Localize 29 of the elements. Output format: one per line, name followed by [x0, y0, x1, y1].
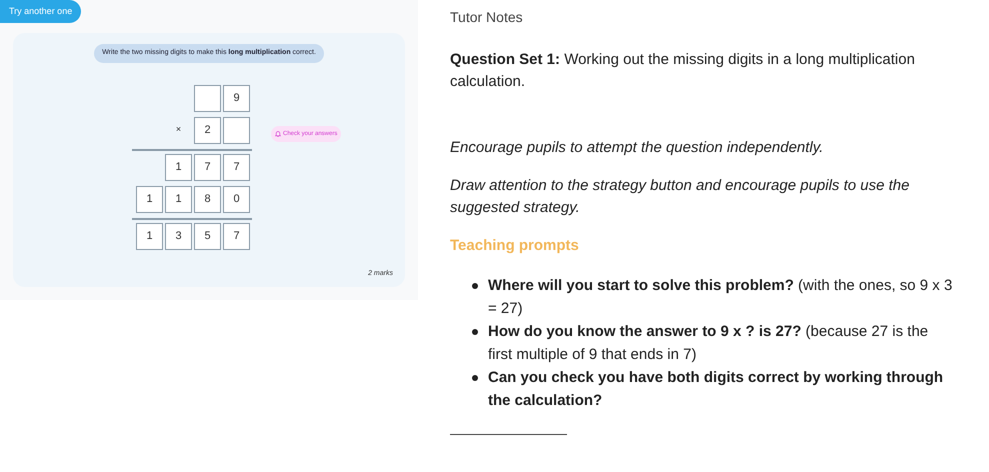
bullet-icon	[472, 282, 478, 288]
digit-box: 7	[194, 154, 221, 180]
prompt-text: Where will you start to solve this problem? (with the ones, so 9 x 3 = 27)	[488, 276, 953, 318]
digit-box: 1	[165, 186, 192, 212]
bullet-icon	[472, 374, 478, 380]
digit-box: 7	[223, 222, 250, 250]
prompt-text: Can you check you have both digits correct by working through the calculation?	[488, 368, 944, 410]
digit-box: 2	[194, 116, 221, 144]
bell-icon	[275, 131, 281, 137]
digit-box: 1	[165, 154, 192, 180]
digit-box: 9	[223, 84, 250, 112]
guidance-text: Encourage pupils to attempt the question independently.	[450, 138, 824, 158]
guidance-text: Draw attention to the strategy button and encourage pupils to use the suggested strategy.	[450, 176, 910, 218]
digit-input[interactable]	[194, 84, 221, 112]
digit-box: 5	[194, 222, 221, 250]
digit-input[interactable]	[223, 116, 250, 144]
digit-box: 8	[194, 186, 221, 212]
try-another-button[interactable]: Try another one	[0, 0, 82, 23]
digit-box: 0	[223, 186, 250, 212]
digit-box: 1	[136, 186, 163, 212]
bullet-icon	[472, 328, 478, 334]
notes-title: Tutor Notes	[450, 8, 524, 27]
notes-intro: Question Set 1: Working out the missing digits in a long multiplication calculation.	[450, 50, 916, 92]
times-sign: ×	[174, 123, 182, 136]
prompts-heading: Teaching prompts	[450, 236, 580, 256]
prompt-text: How do you know the answer to 9 x ? is 27? (because 27 is the first multiple of 9 that ends in 7)	[488, 322, 930, 364]
digit-box: 7	[223, 154, 250, 180]
digit-box: 1	[136, 222, 163, 250]
digit-box: 3	[165, 222, 192, 250]
